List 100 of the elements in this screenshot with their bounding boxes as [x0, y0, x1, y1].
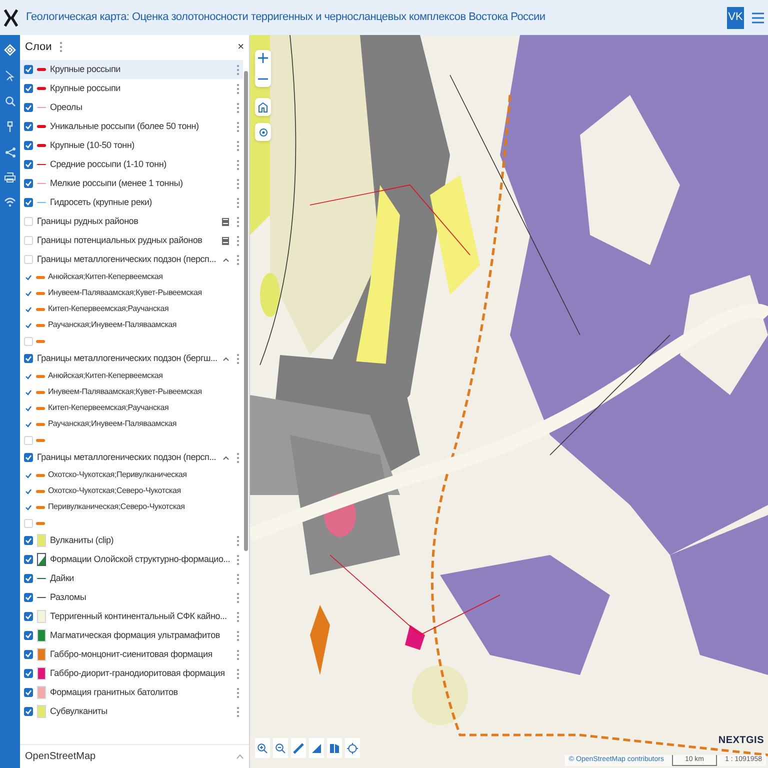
check-icon[interactable] — [24, 388, 33, 396]
wifi-icon[interactable] — [4, 197, 16, 207]
layer-row[interactable]: Крупные россыпи — [20, 60, 243, 79]
line-symbol — [36, 276, 45, 278]
pin-icon[interactable] — [6, 121, 14, 133]
caret-icon[interactable] — [223, 356, 229, 360]
layer-row[interactable]: Габбро-монцонит-сиенитовая формация — [20, 645, 243, 664]
check-icon[interactable] — [24, 420, 33, 428]
checkbox[interactable] — [24, 453, 33, 462]
zoom-in-icon[interactable] — [258, 53, 268, 63]
checkbox[interactable] — [24, 631, 33, 640]
user-badge[interactable]: VK — [727, 6, 744, 28]
layer-row[interactable]: Формация гранитных батолитов — [20, 683, 243, 702]
check-icon[interactable] — [24, 404, 33, 412]
search-icon[interactable] — [4, 96, 16, 107]
layer-row[interactable]: Крупные (10-50 тонн) — [20, 136, 243, 155]
home-button[interactable] — [255, 98, 271, 116]
layer-row[interactable]: Формации Олойской структурно-формацио... — [20, 550, 243, 569]
basemap-label[interactable]: OpenStreetMap — [25, 749, 236, 764]
checkbox[interactable] — [24, 336, 33, 346]
checkbox[interactable] — [24, 179, 33, 188]
layer-row[interactable]: Ореолы — [20, 98, 243, 117]
layer-row[interactable]: Разломы — [20, 588, 243, 607]
check-icon[interactable] — [24, 486, 33, 496]
layers-icon[interactable] — [4, 44, 16, 56]
zoom-in-tool[interactable] — [255, 738, 270, 758]
checkbox[interactable] — [24, 574, 33, 583]
share-icon[interactable] — [4, 147, 16, 158]
cursor-icon[interactable] — [5, 70, 15, 82]
layer-row[interactable]: Уникальные россыпи (более 50 тонн) — [20, 117, 243, 136]
layer-row[interactable]: Вулканиты (clip) — [20, 531, 243, 550]
check-icon[interactable] — [24, 372, 33, 380]
close-button[interactable]: × — [238, 42, 244, 52]
layer-row[interactable]: Средние россыпи (1-10 тонн) — [20, 155, 243, 174]
checkbox[interactable] — [24, 612, 33, 621]
sublayer-row[interactable]: Перивулканическая;Северо-Чукотская — [20, 499, 243, 515]
checkbox[interactable] — [24, 103, 33, 112]
checkbox[interactable] — [24, 669, 33, 678]
layer-row[interactable]: Гидросеть (крупные реки) — [20, 193, 243, 212]
checkbox[interactable] — [24, 555, 33, 564]
checkbox[interactable] — [24, 84, 33, 93]
checkbox[interactable] — [24, 436, 33, 444]
layer-row[interactable]: Мелкие россыпи (менее 1 тонны) — [20, 174, 243, 193]
identify-tool[interactable] — [327, 738, 342, 758]
layer-label: Средние россыпи (1-10 тонн) — [50, 158, 168, 171]
checkbox[interactable] — [24, 707, 33, 716]
zoom-out-tool[interactable] — [273, 738, 288, 758]
check-icon[interactable] — [24, 502, 33, 512]
caret-icon[interactable] — [223, 258, 229, 262]
layer-row[interactable]: Крупные россыпи — [20, 79, 243, 98]
sublayer-row[interactable]: Китеп-Кепервеемская;Раучанская — [20, 400, 243, 416]
checkbox[interactable] — [24, 650, 33, 659]
check-icon[interactable] — [24, 272, 33, 282]
sublayer-row[interactable]: Раучанская;Инувеем-Паляваамская — [20, 416, 243, 432]
checkbox[interactable] — [24, 160, 33, 169]
legend-icon[interactable] — [222, 236, 229, 244]
layer-row[interactable]: Терригенный континентальный СФК кайно... — [20, 607, 243, 626]
checkbox[interactable] — [24, 688, 33, 697]
check-icon[interactable] — [24, 470, 33, 480]
sublayer-row[interactable]: Анюйская;Китеп-Кепервеемская — [20, 269, 243, 285]
zoom-out-icon — [275, 742, 286, 754]
print-icon[interactable] — [4, 172, 16, 183]
checkbox[interactable] — [24, 65, 33, 74]
legend-icon[interactable] — [222, 218, 229, 226]
checkbox[interactable] — [24, 593, 33, 602]
sublayer-row[interactable]: Охотско-Чукотская;Перивулканическая — [20, 467, 243, 483]
layer-row[interactable]: Границы потенциальных рудных районов — [20, 231, 243, 250]
sublayer-row[interactable]: Китеп-Кепервеемская;Раучанская — [20, 301, 243, 317]
checkbox[interactable] — [24, 255, 33, 264]
checkbox[interactable] — [24, 518, 33, 528]
sublayer-row[interactable]: Раучанская;Инувеем-Паляваамская — [20, 317, 243, 333]
sublayer-row[interactable]: Инувеем-Паляваамская;Кувет-Рывеемская — [20, 384, 243, 400]
checkbox[interactable] — [24, 198, 33, 207]
menu-icon[interactable] — [752, 12, 764, 24]
layer-row[interactable]: Субвулканиты — [20, 702, 243, 721]
layer-row[interactable]: Габбро-диорит-гранодиоритовая формация — [20, 664, 243, 683]
checkbox[interactable] — [24, 536, 33, 545]
layer-row[interactable]: Границы металлогенических подзон (персп... — [20, 448, 243, 467]
checkbox[interactable] — [24, 354, 33, 363]
checkbox[interactable] — [24, 122, 33, 131]
sublayer-row[interactable]: Охотско-Чукотская;Северо-Чукотская — [20, 483, 243, 499]
layer-row[interactable]: Границы металлогенических подзон (персп... — [20, 250, 243, 269]
checkbox[interactable] — [24, 141, 33, 150]
kebab-icon[interactable] — [60, 42, 62, 52]
measure-area-tool[interactable] — [309, 738, 324, 758]
check-icon[interactable] — [24, 320, 33, 330]
measure-distance-tool[interactable] — [291, 738, 306, 758]
layer-row[interactable]: Магматическая формация ультрамафитов — [20, 626, 243, 645]
sublayer-row[interactable]: Анюйская;Китеп-Кепервеемская — [20, 368, 243, 384]
layer-row[interactable]: Границы рудных районов — [20, 212, 243, 231]
sublayer-row[interactable]: Инувеем-Паляваамская;Кувет-Рывеемская — [20, 285, 243, 301]
check-icon[interactable] — [24, 288, 33, 298]
checkbox[interactable] — [24, 236, 33, 245]
check-icon[interactable] — [24, 304, 33, 314]
layer-row[interactable]: Дайки — [20, 569, 243, 588]
caret-icon[interactable] — [223, 456, 229, 460]
layer-row[interactable]: Границы металлогенических подзон (бергш... — [20, 349, 243, 368]
checkbox[interactable] — [24, 217, 33, 226]
locate-tool[interactable] — [345, 738, 360, 758]
locate-button[interactable] — [255, 123, 271, 141]
